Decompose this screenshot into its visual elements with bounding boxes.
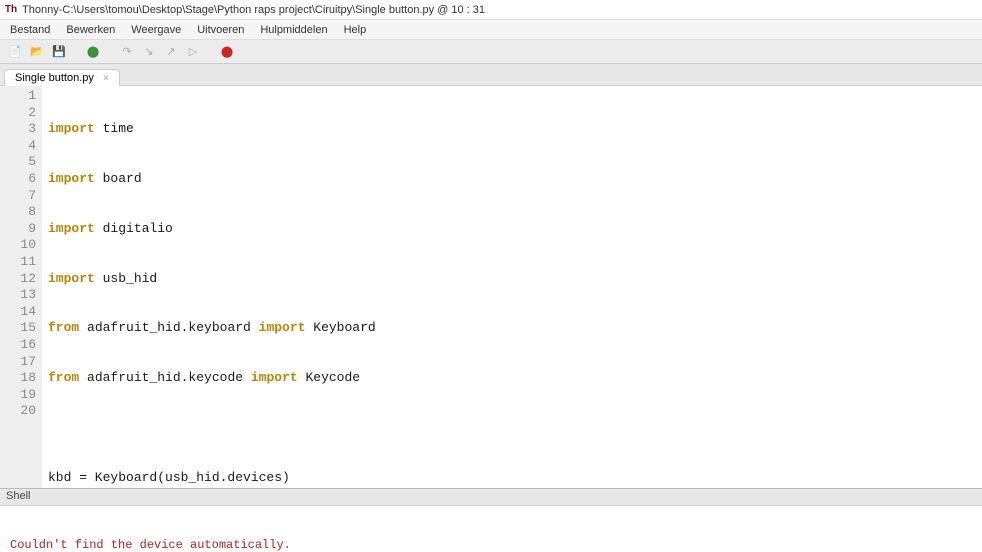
menubar: Bestand Bewerken Weergave Uitvoeren Hulp… [0, 20, 982, 40]
step-into-icon[interactable]: ↘ [140, 43, 158, 61]
code-line: kbd = Keyboard(usb_hid.devices) [48, 470, 982, 487]
code-line: import usb_hid [48, 271, 982, 288]
tabbar: Single button.py × [0, 64, 982, 86]
new-file-icon[interactable]: 📄 [6, 43, 24, 61]
shell-label: Shell [6, 490, 30, 502]
code-area[interactable]: import time import board import digitali… [42, 86, 982, 488]
file-tab[interactable]: Single button.py × [4, 69, 120, 86]
line-num: 19 [0, 387, 36, 404]
line-num: 3 [0, 121, 36, 138]
app-icon: Th [4, 3, 18, 17]
toolbar: 📄 📂 💾 ⬤ ↷ ↘ ↗ ▷ ⬤ [0, 40, 982, 64]
line-gutter: 1 2 3 4 5 6 7 8 9 10 11 12 13 14 15 16 1… [0, 86, 42, 488]
line-num: 5 [0, 154, 36, 171]
line-num: 9 [0, 221, 36, 238]
menu-tools[interactable]: Hulpmiddelen [252, 22, 335, 38]
stop-icon[interactable]: ⬤ [218, 43, 236, 61]
titlebar: Th Thonny - C:\Users\tomou\Desktop\Stage… [0, 0, 982, 20]
app-name: Thonny [22, 4, 59, 16]
line-num: 18 [0, 370, 36, 387]
shell-output[interactable]: Couldn't find the device automatically. … [0, 506, 982, 552]
line-num: 14 [0, 304, 36, 321]
line-num: 1 [0, 88, 36, 105]
tab-label: Single button.py [15, 72, 94, 84]
line-num: 16 [0, 337, 36, 354]
code-line: from adafruit_hid.keycode import Keycode [48, 370, 982, 387]
line-num: 20 [0, 403, 36, 420]
menu-help[interactable]: Help [336, 22, 375, 38]
step-over-icon[interactable]: ↷ [118, 43, 136, 61]
shell-tab[interactable]: Shell [0, 488, 982, 506]
code-line: from adafruit_hid.keyboard import Keyboa… [48, 320, 982, 337]
line-num: 7 [0, 188, 36, 205]
editor[interactable]: 1 2 3 4 5 6 7 8 9 10 11 12 13 14 15 16 1… [0, 86, 982, 488]
run-icon[interactable]: ⬤ [84, 43, 102, 61]
open-file-icon[interactable]: 📂 [28, 43, 46, 61]
code-line: import digitalio [48, 221, 982, 238]
menu-run[interactable]: Uitvoeren [189, 22, 252, 38]
line-num: 11 [0, 254, 36, 271]
step-out-icon[interactable]: ↗ [162, 43, 180, 61]
line-num: 6 [0, 171, 36, 188]
code-line: import board [48, 171, 982, 188]
line-num: 8 [0, 204, 36, 221]
tab-close-icon[interactable]: × [103, 73, 109, 84]
code-line [48, 420, 982, 437]
file-path: C:\Users\tomou\Desktop\Stage\Python raps… [62, 4, 485, 16]
line-num: 4 [0, 138, 36, 155]
line-num: 10 [0, 237, 36, 254]
resume-icon[interactable]: ▷ [184, 43, 202, 61]
line-num: 17 [0, 354, 36, 371]
line-num: 12 [0, 271, 36, 288]
menu-file[interactable]: Bestand [2, 22, 58, 38]
code-line: import time [48, 121, 982, 138]
line-num: 2 [0, 105, 36, 122]
menu-view[interactable]: Weergave [123, 22, 189, 38]
save-file-icon[interactable]: 💾 [50, 43, 68, 61]
line-num: 13 [0, 287, 36, 304]
menu-edit[interactable]: Bewerken [58, 22, 123, 38]
line-num: 15 [0, 320, 36, 337]
shell-line: Couldn't find the device automatically. [10, 538, 972, 552]
